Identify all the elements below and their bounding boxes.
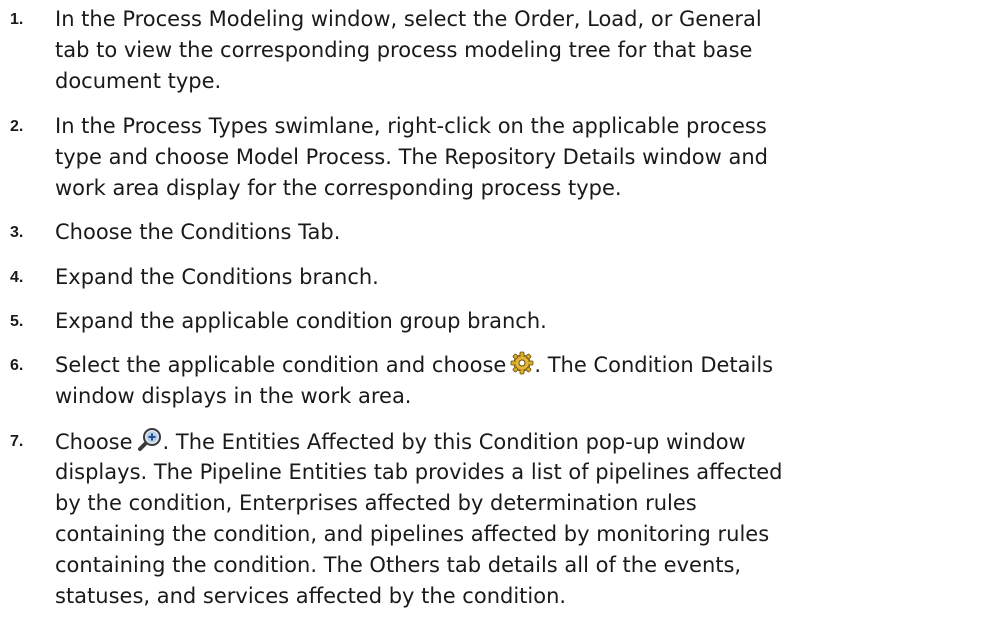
step-number: 6.	[10, 357, 24, 374]
step-text-fragment: Choose	[55, 430, 133, 454]
step-text-line: statuses, and services affected by the c…	[55, 584, 567, 608]
step-text: Expand the Conditions branch.	[55, 262, 985, 293]
step-text-line: type and choose Model Process. The Repos…	[55, 145, 769, 169]
step-text-fragment: . The Entities Affected by this Conditio…	[162, 430, 746, 454]
step-text-line: In the Process Types swimlane, right-cli…	[55, 114, 767, 138]
step-text: Select the applicable condition and choo…	[55, 350, 985, 412]
step-number: 5.	[10, 313, 24, 330]
step-text-line: Expand the Conditions branch.	[55, 265, 379, 289]
step-text-line: Select the applicable condition and choo…	[55, 350, 985, 381]
step-number: 7.	[10, 433, 24, 450]
step-number: 1.	[10, 11, 24, 28]
step-number: 4.	[10, 269, 24, 286]
step-text-line: tab to view the corresponding process mo…	[55, 38, 753, 62]
step-text-line: In the Process Modeling window, select t…	[55, 7, 762, 31]
step-text-fragment: Select the applicable condition and choo…	[55, 353, 507, 377]
step-text-line: Expand the applicable condition group br…	[55, 309, 547, 333]
step-text: Choose the Conditions Tab.	[55, 217, 985, 248]
step-number: 3.	[10, 224, 24, 241]
step-text-line: containing the condition. The Others tab…	[55, 553, 742, 577]
step-text-line: by the condition, Enterprises affected b…	[55, 491, 697, 515]
step-text: Choose . The Entities Affected by this C…	[55, 426, 985, 612]
step-text: In the Process Modeling window, select t…	[55, 4, 985, 97]
step-text-line: window displays in the work area.	[55, 384, 412, 408]
step-text-line: Choose . The Entities Affected by this C…	[55, 426, 985, 457]
step-number: 2.	[10, 118, 24, 135]
step-text-line: containing the condition, and pipelines …	[55, 522, 770, 546]
magnifier-plus-icon	[137, 426, 163, 461]
step-text: Expand the applicable condition group br…	[55, 306, 985, 337]
step-text: In the Process Types swimlane, right-cli…	[55, 111, 985, 204]
gear-properties-icon	[510, 351, 534, 384]
step-text-line: work area display for the corresponding …	[55, 176, 622, 200]
step-text-fragment: . The Condition Details	[534, 353, 774, 377]
step-text-line: displays. The Pipeline Entities tab prov…	[55, 460, 783, 484]
step-text-line: Choose the Conditions Tab.	[55, 220, 341, 244]
step-text-line: document type.	[55, 69, 222, 93]
